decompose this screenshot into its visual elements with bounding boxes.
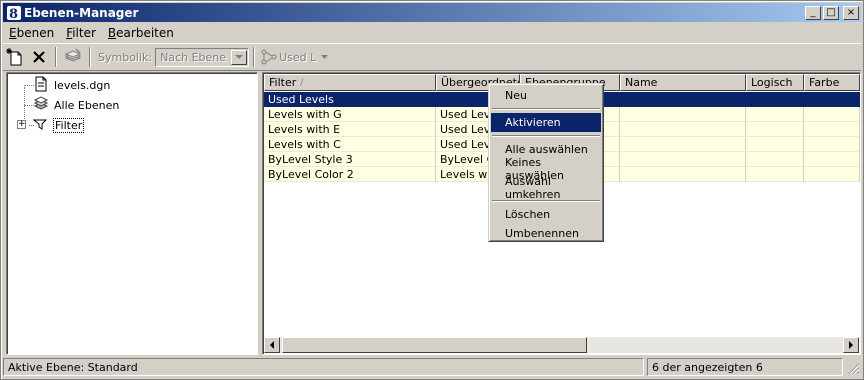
layers-icon	[61, 45, 85, 69]
maximize-button[interactable]: □	[823, 5, 839, 20]
window-title: Ebenen-Manager	[24, 5, 139, 20]
cell-name	[620, 152, 746, 167]
toolbar: Symbolik: Nach Ebene Used L	[3, 43, 861, 71]
cell-logical	[746, 167, 804, 182]
menu-item-rename[interactable]: Umbenennen	[491, 224, 601, 243]
sort-ascending-icon: /	[300, 77, 304, 88]
new-level-icon[interactable]	[3, 45, 27, 69]
tree-label-filter: Filter	[53, 117, 85, 133]
column-header-filter[interactable]: Filter /	[264, 74, 436, 91]
tree-label-all-levels: Alle Ebenen	[54, 98, 120, 112]
status-count: 6 der angezeigten 6	[647, 358, 843, 376]
toolbar-separator	[89, 47, 91, 67]
column-header-color[interactable]: Farbe	[804, 74, 860, 91]
tree-item-filter[interactable]: Filter	[32, 116, 85, 135]
column-header-label: Farbe	[809, 76, 840, 89]
symbology-value: Nach Ebene	[160, 50, 227, 64]
cell-logical	[746, 122, 804, 137]
filter-icon	[32, 116, 49, 135]
tree-item-all-levels[interactable]: Alle Ebenen	[33, 95, 120, 115]
title-bar[interactable]: 8 Ebenen-Manager _ □ ×	[3, 3, 861, 22]
cell-logical	[746, 152, 804, 167]
cell-name	[620, 137, 746, 152]
cell-color	[804, 92, 860, 107]
cell-filter: Used Levels	[264, 92, 436, 107]
cell-filter: Levels with C	[264, 137, 436, 152]
cell-color	[804, 122, 860, 137]
toolbar-separator	[253, 47, 256, 67]
column-header-label: Filter	[269, 76, 297, 89]
menu-item-invert-selection[interactable]: Auswahl umkehren	[491, 175, 601, 201]
cell-name	[620, 122, 746, 137]
menu-bearbeiten[interactable]: Bearbeiten	[102, 26, 180, 40]
cell-logical	[746, 92, 804, 107]
menu-filter[interactable]: Filter	[60, 26, 102, 40]
size-grip-icon[interactable]	[846, 361, 860, 375]
cell-logical	[746, 137, 804, 152]
column-header-label: Logisch	[751, 76, 793, 89]
chevron-down-icon[interactable]	[319, 45, 329, 69]
svg-text:8: 8	[9, 7, 18, 20]
app-icon: 8	[6, 5, 22, 21]
cell-color	[804, 167, 860, 182]
status-bar: Aktive Ebene: Standard 6 der angezeigten…	[3, 358, 861, 376]
symbology-label: Symbolik:	[98, 50, 153, 64]
horizontal-scrollbar[interactable]	[264, 337, 859, 353]
symbology-select[interactable]: Nach Ebene	[155, 47, 250, 67]
toolbar-separator	[55, 47, 57, 67]
expand-filter-button[interactable]: +	[17, 120, 26, 129]
cell-color	[804, 107, 860, 122]
scrollbar-thumb[interactable]	[282, 337, 587, 353]
level-manager-window: 8 Ebenen-Manager _ □ × Ebenen Filter Bea…	[0, 0, 864, 380]
menu-item-delete[interactable]: Löschen	[491, 205, 601, 224]
column-header-logical[interactable]: Logisch	[746, 74, 804, 91]
menu-bar: Ebenen Filter Bearbeiten	[3, 23, 861, 42]
cell-color	[804, 152, 860, 167]
cell-filter: ByLevel Style 3	[264, 152, 436, 167]
cell-logical	[746, 107, 804, 122]
tree-item-levels-dgn[interactable]: levels.dgn	[33, 76, 111, 94]
all-levels-icon	[33, 95, 49, 115]
menu-item-new[interactable]: Neu	[491, 86, 601, 105]
delete-icon[interactable]	[27, 45, 51, 69]
minimize-button[interactable]: _	[805, 5, 821, 20]
column-header-label: Name	[625, 76, 658, 89]
cell-name	[620, 92, 746, 107]
used-levels-icon	[259, 45, 279, 69]
menu-separator	[492, 108, 600, 110]
context-menu: Neu Aktivieren Alle auswählen Keines aus…	[488, 83, 604, 242]
menu-item-activate[interactable]: Aktivieren	[491, 113, 601, 132]
column-header-name[interactable]: Name	[620, 74, 746, 91]
file-icon	[33, 76, 49, 95]
cell-name	[620, 167, 746, 182]
cell-filter: Levels with E	[264, 122, 436, 137]
cell-name	[620, 107, 746, 122]
menu-separator	[492, 135, 600, 137]
level-tree[interactable]: levels.dgn Alle Ebenen + Filter	[6, 72, 258, 355]
used-levels-button[interactable]: Used L	[279, 51, 316, 64]
close-button[interactable]: ×	[843, 5, 859, 20]
tree-label-root: levels.dgn	[54, 78, 111, 92]
cell-filter: Levels with G	[264, 107, 436, 122]
chevron-down-icon[interactable]	[231, 49, 248, 65]
status-active-level: Aktive Ebene: Standard	[3, 358, 644, 376]
cell-filter: ByLevel Color 2	[264, 167, 436, 182]
scroll-right-icon[interactable]	[843, 337, 859, 353]
menu-ebenen[interactable]: Ebenen	[3, 26, 60, 40]
cell-color	[804, 137, 860, 152]
scroll-left-icon[interactable]	[264, 337, 280, 353]
